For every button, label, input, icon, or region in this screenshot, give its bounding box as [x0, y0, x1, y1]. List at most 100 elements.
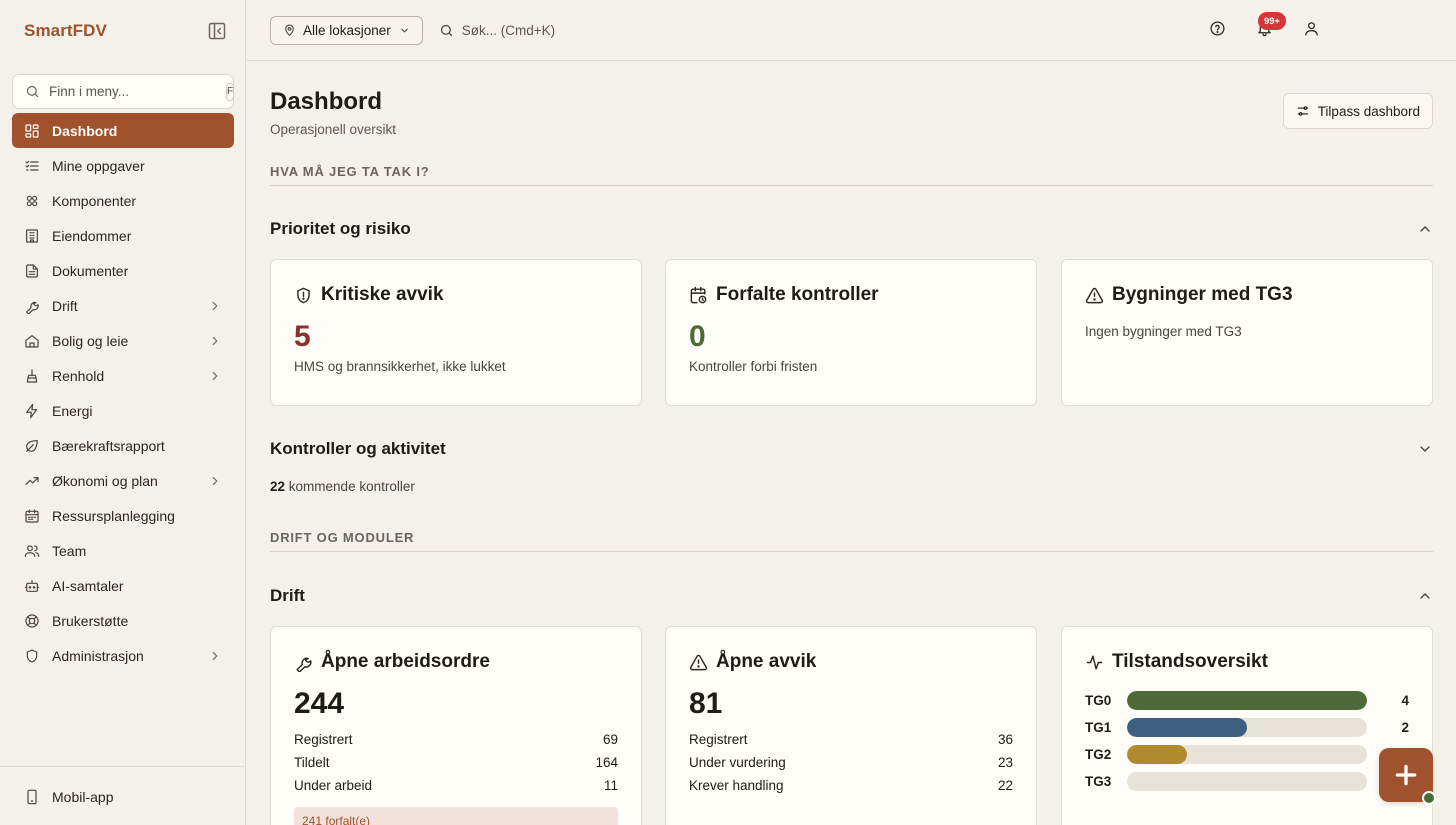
- group-title: Kontroller og aktivitet: [270, 439, 446, 458]
- sidebar-item-label: Brukerstøtte: [52, 612, 129, 629]
- condition-bars: TG0 4 TG1 2 TG21TG30: [1085, 687, 1409, 795]
- sidebar-item-label: Dashbord: [52, 122, 118, 139]
- location-selector[interactable]: Alle lokasjoner: [270, 15, 423, 45]
- overdue-work-orders-alert[interactable]: 241 forfalt(e): [294, 807, 618, 825]
- card-critical-deviations[interactable]: Kritiske avvik 5 HMS og brannsikkerhet, …: [270, 259, 642, 406]
- shield-icon: [24, 648, 40, 664]
- wrench-icon: [294, 653, 313, 672]
- critical-deviations-value: 5: [294, 320, 311, 353]
- sidebar-item-energi[interactable]: Energi: [12, 393, 234, 428]
- sidebar-item-drift[interactable]: Drift: [12, 288, 234, 323]
- sidebar-item-bolig-og-leie[interactable]: Bolig og leie: [12, 323, 234, 358]
- chevron-right-icon: [208, 649, 222, 663]
- building-icon: [24, 228, 40, 244]
- group-drift-header[interactable]: Drift: [270, 586, 1433, 606]
- row-label: Krever handling: [689, 778, 784, 793]
- search-icon: [439, 23, 454, 38]
- sidebar-item-eiendommer[interactable]: Eiendommer: [12, 218, 234, 253]
- calendar-clock-icon: [689, 286, 708, 305]
- card-condition-overview[interactable]: Tilstandsoversikt TG0 4 TG1 2 TG21TG30: [1061, 626, 1433, 825]
- row-label: Under arbeid: [294, 778, 373, 793]
- sidebar-item-økonomi-og-plan[interactable]: Økonomi og plan: [12, 463, 234, 498]
- card-tg3-buildings[interactable]: Bygninger med TG3 Ingen bygninger med TG…: [1061, 259, 1433, 406]
- chevron-down-icon: [399, 25, 410, 36]
- card-open-deviations[interactable]: Åpne avvik 81 Registrert 36 Under vurderi…: [665, 626, 1037, 825]
- chevron-right-icon: [208, 334, 222, 348]
- brand-logo[interactable]: SmartFDV: [24, 21, 107, 41]
- chevron-down-icon[interactable]: [1417, 441, 1433, 457]
- plus-icon: [1393, 762, 1419, 788]
- sidebar-item-label: Energi: [52, 402, 93, 419]
- sidebar-item-mobile-app[interactable]: Mobil-app: [12, 779, 233, 814]
- condition-value: 2: [1401, 720, 1409, 735]
- group-controls-header[interactable]: Kontroller og aktivitet: [270, 439, 1433, 459]
- condition-bar-track: [1127, 772, 1367, 791]
- menu-search[interactable]: F: [12, 74, 235, 109]
- group-title: Drift: [270, 586, 305, 605]
- condition-bar-track: [1127, 691, 1367, 710]
- sidebar-item-mine-oppgaver[interactable]: Mine oppgaver: [12, 148, 234, 183]
- customize-dashboard-button[interactable]: Tilpass dashbord: [1282, 93, 1433, 129]
- row-label: Tildelt: [294, 755, 330, 770]
- row-value: 23: [997, 755, 1013, 770]
- section-label-actions: HVA MÅ JEG TA TAK I?: [270, 164, 1433, 186]
- global-search[interactable]: [439, 22, 739, 38]
- overdue-controls-value: 0: [689, 320, 706, 353]
- sidebar-item-brukerstøtte[interactable]: Brukerstøtte: [12, 603, 234, 638]
- sidebar-item-ai-samtaler[interactable]: AI-samtaler: [12, 568, 234, 603]
- condition-bar-track: [1127, 745, 1367, 764]
- upcoming-controls-summary: 22 kommende kontroller: [270, 479, 415, 494]
- trending-up-icon: [24, 473, 40, 489]
- condition-row: TG21: [1085, 741, 1409, 768]
- sidebar-item-label: Dokumenter: [52, 262, 129, 279]
- sidebar-item-team[interactable]: Team: [12, 533, 234, 568]
- card-open-work-orders[interactable]: Åpne arbeidsordre 244 Registrert 69 Tilde…: [270, 626, 642, 825]
- map-pin-icon: [283, 24, 296, 37]
- leaf-icon: [24, 438, 40, 454]
- card-title: Åpne avvik: [716, 651, 817, 672]
- dashboard-icon: [24, 123, 40, 139]
- sidebar-toggle-icon[interactable]: [207, 21, 227, 41]
- sidebar-item-komponenter[interactable]: Komponenter: [12, 183, 234, 218]
- menu-search-input[interactable]: [49, 84, 226, 99]
- warning-icon: [1085, 286, 1104, 305]
- sidebar-nav: Dashbord Mine oppgaver Komponenter Eiendomm…: [12, 113, 234, 673]
- sidebar-item-label: Eiendommer: [52, 227, 132, 244]
- sidebar: SmartFDV F Dashbord Mine oppgaver Komponen…: [0, 0, 246, 825]
- topbar: Alle lokasjoner: [246, 0, 1456, 61]
- page-title: Dashbord: [270, 88, 383, 115]
- sidebar-item-label: Bærekraftsrapport: [52, 437, 165, 454]
- wrench-icon: [24, 298, 40, 314]
- chevron-right-icon: [208, 474, 222, 488]
- user-icon[interactable]: [1303, 20, 1320, 37]
- chevron-right-icon: [208, 299, 222, 313]
- customize-dashboard-label: Tilpass dashbord: [1317, 103, 1420, 119]
- chevron-up-icon[interactable]: [1417, 588, 1433, 604]
- help-icon[interactable]: [1209, 20, 1226, 37]
- condition-row: TG1 2: [1085, 714, 1409, 741]
- sidebar-item-dashbord[interactable]: Dashbord: [12, 113, 234, 148]
- shield-alert-icon: [294, 286, 313, 305]
- deviation-row: Under vurdering 23: [689, 751, 1013, 774]
- global-search-input[interactable]: [461, 22, 722, 38]
- card-title: Forfalte kontroller: [716, 284, 879, 305]
- card-title: Tilstandsoversikt: [1112, 651, 1268, 672]
- sidebar-item-label: Administrasjon: [52, 647, 144, 664]
- chevron-up-icon[interactable]: [1417, 221, 1433, 237]
- row-value: 36: [997, 732, 1013, 747]
- team-icon: [24, 543, 40, 559]
- sidebar-item-dokumenter[interactable]: Dokumenter: [12, 253, 234, 288]
- home-icon: [24, 333, 40, 349]
- sidebar-item-bærekraftsrapport[interactable]: Bærekraftsrapport: [12, 428, 234, 463]
- sidebar-item-administrasjon[interactable]: Administrasjon: [12, 638, 234, 673]
- sidebar-item-ressursplanlegging[interactable]: Ressursplanlegging: [12, 498, 234, 533]
- sidebar-item-renhold[interactable]: Renhold: [12, 358, 234, 393]
- group-priority-header[interactable]: Prioritet og risiko: [270, 219, 1433, 239]
- deviation-row: Registrert 36: [689, 728, 1013, 751]
- sidebar-item-label: Ressursplanlegging: [52, 507, 175, 524]
- card-overdue-controls[interactable]: Forfalte kontroller 0 Kontroller forbi f…: [665, 259, 1037, 406]
- upcoming-controls-text: kommende kontroller: [288, 479, 415, 494]
- row-label: Registrert: [294, 732, 353, 747]
- tasks-icon: [24, 158, 40, 174]
- sidebar-item-label: Mobil-app: [52, 788, 114, 805]
